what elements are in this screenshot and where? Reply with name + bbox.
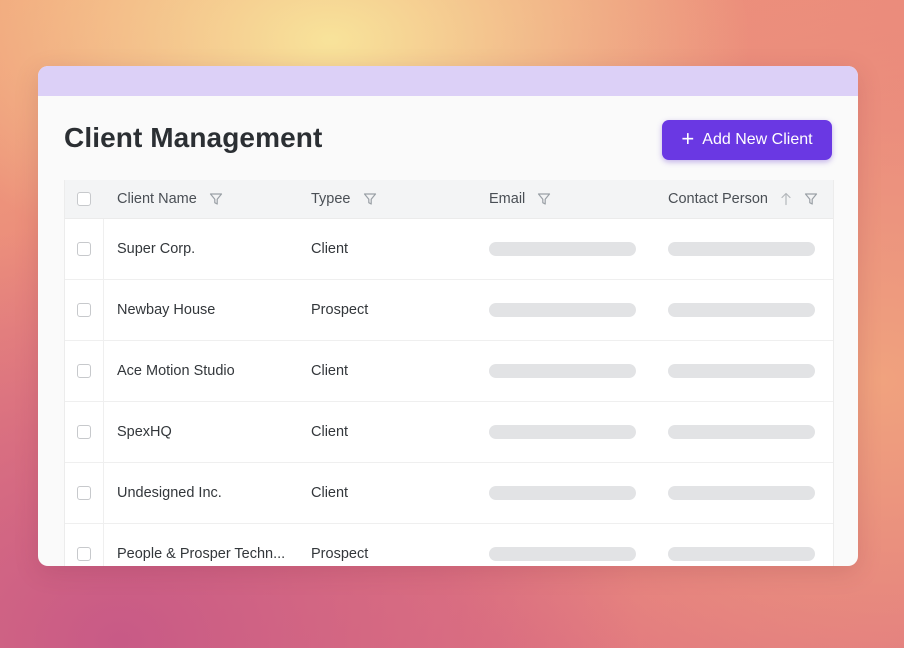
email-placeholder [489, 364, 636, 378]
client-type: Prospect [311, 546, 369, 562]
row-checkbox[interactable] [77, 425, 91, 439]
contact-placeholder [668, 547, 815, 561]
client-type: Client [311, 424, 349, 440]
table-row[interactable]: Ace Motion Studio Client [65, 341, 833, 402]
table-row[interactable]: SpexHQ Client [65, 402, 833, 463]
contact-placeholder [668, 242, 815, 256]
client-type: Client [311, 363, 349, 379]
email-placeholder [489, 425, 636, 439]
client-name: Newbay House [117, 302, 216, 318]
filter-icon[interactable] [537, 192, 551, 206]
clients-table: Client Name Typee Email Contact Person S… [64, 180, 834, 566]
client-name: Super Corp. [117, 241, 196, 257]
email-placeholder [489, 303, 636, 317]
client-name: Undesigned Inc. [117, 485, 222, 501]
client-type: Client [311, 485, 349, 501]
column-header-type[interactable]: Typee [311, 191, 351, 207]
table-header: Client Name Typee Email Contact Person [65, 180, 833, 219]
column-divider [103, 463, 104, 523]
table-row[interactable]: Super Corp. Client [65, 219, 833, 280]
contact-placeholder [668, 486, 815, 500]
select-all-checkbox[interactable] [77, 192, 91, 206]
column-divider [103, 524, 104, 566]
client-name: People & Prosper Techn... [117, 546, 286, 562]
page-header: Client Management + Add New Client [38, 96, 858, 180]
table-row[interactable]: Undesigned Inc. Client [65, 463, 833, 524]
filter-icon[interactable] [804, 192, 818, 206]
column-divider [103, 341, 104, 401]
filter-icon[interactable] [363, 192, 377, 206]
window-titlebar [38, 66, 858, 96]
client-type: Client [311, 241, 349, 257]
client-name: SpexHQ [117, 424, 172, 440]
contact-placeholder [668, 425, 815, 439]
column-header-client-name[interactable]: Client Name [117, 191, 197, 207]
plus-icon: + [681, 126, 695, 151]
column-header-contact-person[interactable]: Contact Person [668, 191, 768, 207]
table-row[interactable]: Newbay House Prospect [65, 280, 833, 341]
column-divider [103, 219, 104, 279]
row-checkbox[interactable] [77, 547, 91, 561]
background: Client Management + Add New Client Clien… [0, 0, 904, 648]
row-checkbox[interactable] [77, 303, 91, 317]
add-new-client-button[interactable]: + Add New Client [662, 120, 832, 160]
column-divider [103, 280, 104, 340]
email-placeholder [489, 486, 636, 500]
row-checkbox[interactable] [77, 486, 91, 500]
row-checkbox[interactable] [77, 242, 91, 256]
email-placeholder [489, 547, 636, 561]
email-placeholder [489, 242, 636, 256]
column-divider [103, 402, 104, 462]
filter-icon[interactable] [209, 192, 223, 206]
page-title: Client Management [64, 122, 323, 153]
contact-placeholder [668, 364, 815, 378]
arrow-up-icon[interactable] [780, 192, 792, 206]
contact-placeholder [668, 303, 815, 317]
column-header-email[interactable]: Email [489, 191, 525, 207]
table-row[interactable]: People & Prosper Techn... Prospect [65, 524, 833, 566]
client-name: Ace Motion Studio [117, 363, 235, 379]
app-window: Client Management + Add New Client Clien… [38, 66, 858, 566]
client-type: Prospect [311, 302, 369, 318]
add-new-client-label: Add New Client [702, 131, 813, 148]
row-checkbox[interactable] [77, 364, 91, 378]
